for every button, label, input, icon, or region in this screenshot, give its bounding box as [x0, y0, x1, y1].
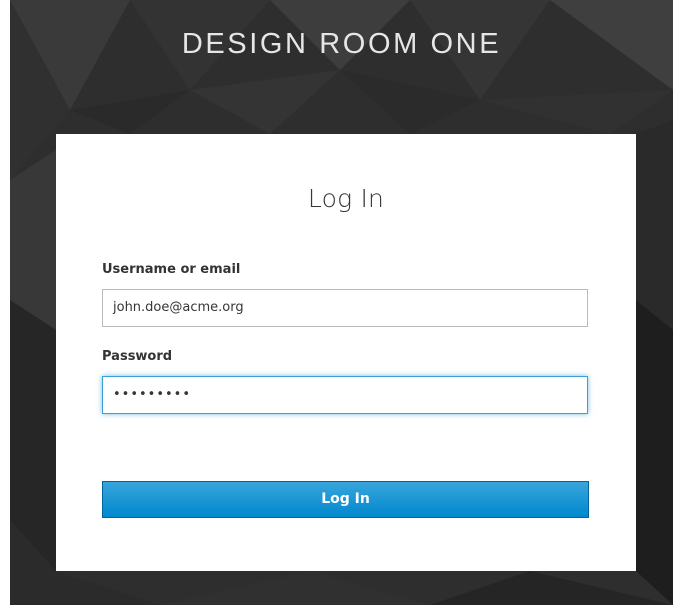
brand-title: DESIGN ROOM ONE	[181, 28, 502, 60]
login-title: Log In	[307, 184, 385, 213]
login-page: DESIGN ROOM ONE Log In Username or email…	[10, 0, 673, 605]
username-label: Username or email	[102, 262, 241, 277]
login-card: Log In Username or email john.doe@acme.o…	[56, 134, 636, 571]
password-input[interactable]: •••••••••	[102, 376, 588, 414]
login-button[interactable]: Log In	[102, 481, 589, 518]
username-input[interactable]: john.doe@acme.org	[102, 289, 588, 327]
password-label: Password	[102, 349, 173, 364]
